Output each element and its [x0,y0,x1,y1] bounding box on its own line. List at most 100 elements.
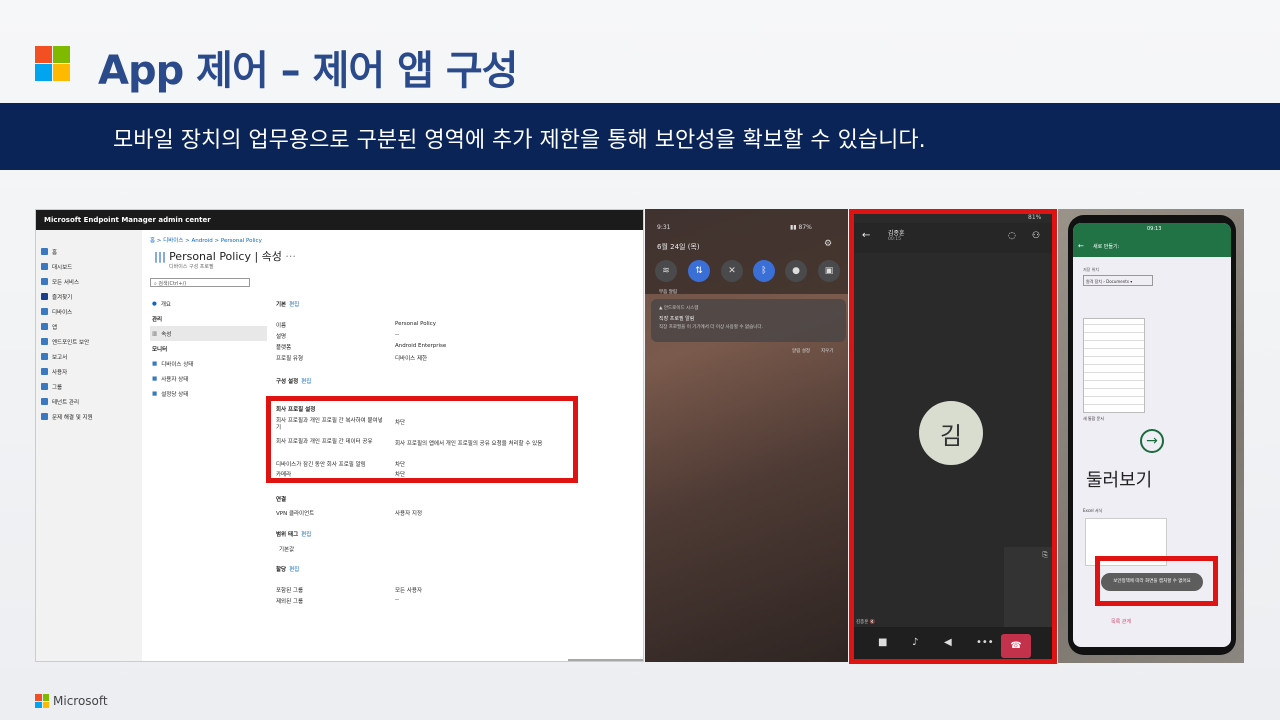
location-icon[interactable]: ● [785,260,807,282]
microsoft-logo-icon [35,694,49,708]
back-arrow-icon[interactable]: ← [862,230,870,241]
home-icon [41,248,48,255]
excel-templates-label: Excel 서식 [1083,508,1103,513]
caller-name: 김종훈 [888,230,905,237]
microsoft-logo-icon [35,46,70,81]
page-subtitle: 디바이스 구성 프로필 [169,264,214,270]
data-toggle-icon[interactable]: ⇅ [688,260,710,282]
save-location-select[interactable]: 원격 장치 › Documents ▾ [1083,275,1153,286]
new-title: 새로 만들기: [1093,244,1120,250]
date-label: 6월 24일 (목) [657,243,700,251]
user-icon [41,368,48,375]
brand-text: Microsoft [53,694,108,708]
phone-call-screenshot: 81% ← 김종훈 00:15 ◌ ⚇ 김 ⎘ 김종훈 🔇 ■ ♪ ◀ ••• … [849,209,1057,664]
nav-item[interactable]: 홈 [41,244,142,259]
call-header: ← 김종훈 00:15 ◌ ⚇ [854,223,1052,253]
blank-workbook-thumb[interactable] [1083,318,1145,413]
quick-settings: 9:31 ▮▮ 87% 6월 24일 (목) ⚙ ≋ ⇅ ✕ ᛒ ● ▣ [645,209,848,294]
save-label: 저장 위치 [1083,267,1099,272]
mem-admin-screenshot: Microsoft Endpoint Manager admin center … [35,209,644,662]
self-video-tile: ⎘ [1004,547,1052,627]
nav-item[interactable]: 사용자 [41,364,142,379]
config-header: 구성 설정 편집 [276,379,312,385]
highlight-box-toast [1095,556,1218,606]
browse-button[interactable]: 둘러보기 [1086,466,1152,492]
status-time: 9:31 [657,224,671,231]
arrow-right-icon[interactable]: → [1140,429,1164,453]
end-call-button[interactable]: ☎ [1001,634,1031,658]
clear-button[interactable]: 지우기 [821,348,833,354]
back-arrow-icon[interactable]: ← [1078,242,1084,250]
camera-switch-icon: ⎘ [1042,551,1048,559]
blade-menu: ● 개요 관리 ▥ 속성 모니터 ■ 디바이스 상태 ■ 사용자 상태 ■ 설정당 상태 [150,296,267,401]
more-icon[interactable]: ••• [976,637,994,648]
chat-icon[interactable]: ◌ [1008,231,1016,241]
nav-item[interactable]: 즐겨찾기 [41,289,142,304]
notif-settings-button[interactable]: 알림 설정 [792,348,810,354]
menu-device-status[interactable]: ■ 디바이스 상태 [150,356,267,371]
shield-icon [41,338,48,345]
dashboard-icon [41,263,48,270]
edit-link[interactable]: 편집 [289,567,299,573]
breadcrumb[interactable]: 홈 > 디바이스 > Android > Personal Policy [150,236,262,244]
apps-icon [41,323,48,330]
nav-item[interactable]: 엔드포인트 보안 [41,334,142,349]
edit-link[interactable]: 편집 [289,302,299,308]
call-controls: ■ ♪ ◀ ••• ☎ [854,627,1052,659]
bluetooth-icon[interactable]: ᛒ [753,260,775,282]
caller-avatar: 김 [919,401,983,465]
menu-properties[interactable]: ▥ 속성 [150,326,267,341]
mute-icon[interactable]: ✕ [721,260,743,282]
cast-icon[interactable]: ▣ [818,260,840,282]
nav-item[interactable]: 디바이스 [41,304,142,319]
highlight-box [266,396,578,483]
work-profile-notification[interactable]: ▲ 안드로이드 시스템 직장 프로필 알림 직장 프로필을 이 기기에서 더 이… [651,299,846,342]
silent-label: 무음 알림 [659,290,677,295]
scope-header: 범위 태그 편집 [276,532,312,538]
nav-item[interactable]: 모든 서비스 [41,274,142,289]
status-time: 09:13 [1147,226,1162,232]
blank-workbook-label: 새 통합 문서 [1083,416,1104,421]
connectivity-header: 연결 [276,497,287,503]
call-duration: 00:15 [888,237,901,242]
status-battery: ▮▮ 87% [790,224,812,231]
search-input[interactable]: ⌕ 검색(Ctrl+/) [150,278,250,287]
speaker-icon[interactable]: ◀ [944,637,952,648]
nav-item[interactable]: 테넌트 관리 [41,394,142,409]
menu-section-monitor: 모니터 [152,346,168,353]
slide-title: App 제어 – 제어 앱 구성 [98,48,518,94]
tenant-icon [41,398,48,405]
basic-header: 기본 편집 [276,302,300,308]
edit-link[interactable]: 편집 [301,379,311,385]
nav-item[interactable]: 대시보드 [41,259,142,274]
wifi-icon[interactable]: ≋ [655,260,677,282]
microsoft-footer-logo: Microsoft [35,694,108,708]
participants-icon[interactable]: ⚇ [1032,231,1040,241]
edit-link[interactable]: 편집 [301,532,311,538]
excel-header: 09:13 ← 새로 만들기: [1073,223,1231,257]
assign-header: 할당 편집 [276,567,300,573]
video-icon[interactable]: ■ [878,637,887,648]
list-icon [41,278,48,285]
notif-title: 직장 프로필 알림 [659,316,695,322]
group-icon [41,383,48,390]
menu-assign-status[interactable]: ■ 설정당 상태 [150,386,267,401]
page-title: ||| Personal Policy | 속성 ··· [154,250,296,263]
star-icon [41,293,48,300]
menu-overview[interactable]: ● 개요 [150,296,267,311]
nav-item[interactable]: 보고서 [41,349,142,364]
nav-item[interactable]: 문제 해결 및 지원 [41,409,142,424]
wrench-icon [41,413,48,420]
nav-item[interactable]: 그룹 [41,379,142,394]
self-label: 김종훈 🔇 [856,620,876,625]
devices-icon [41,308,48,315]
mem-app-title: Microsoft Endpoint Manager admin center [36,210,643,230]
gear-icon[interactable]: ⚙ [824,239,832,249]
horizontal-scrollbar[interactable] [568,659,643,661]
mic-off-icon[interactable]: ♪ [912,637,918,648]
nav-item[interactable]: 앱 [41,319,142,334]
reports-icon [41,353,48,360]
menu-user-status[interactable]: ■ 사용자 상태 [150,371,267,386]
phone-notification-screenshot: 9:31 ▮▮ 87% 6월 24일 (목) ⚙ ≋ ⇅ ✕ ᛒ ● ▣ 무음 … [645,209,848,662]
policy-icon: ||| [154,250,167,263]
